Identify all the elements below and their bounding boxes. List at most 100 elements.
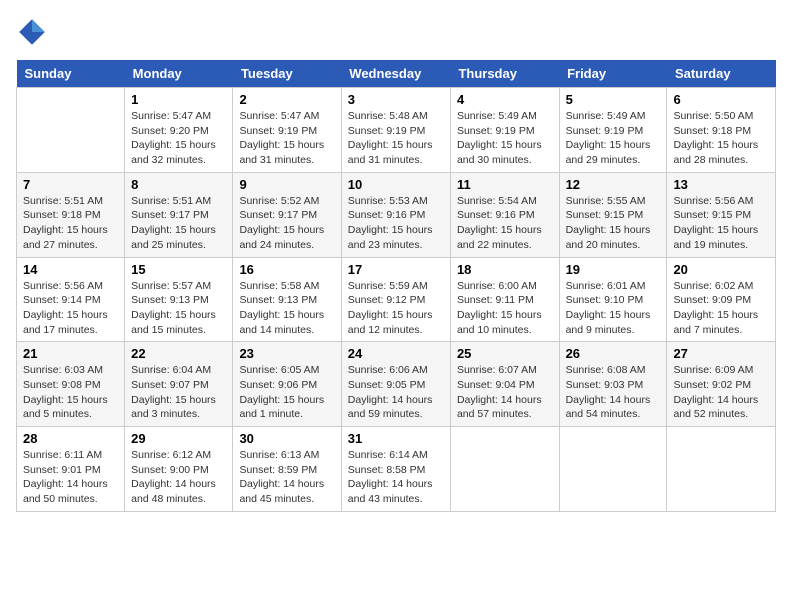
day-info: Sunrise: 5:59 AM Sunset: 9:12 PM Dayligh… xyxy=(348,279,444,338)
calendar-cell: 18 Sunrise: 6:00 AM Sunset: 9:11 PM Dayli… xyxy=(450,257,559,342)
calendar-cell: 5 Sunrise: 5:49 AM Sunset: 9:19 PM Daylig… xyxy=(559,88,667,173)
day-number: 2 xyxy=(239,92,334,107)
calendar-cell: 24 Sunrise: 6:06 AM Sunset: 9:05 PM Dayli… xyxy=(341,342,450,427)
calendar-week-row: 14Sunrise: 5:56 AM Sunset: 9:14 PM Dayli… xyxy=(17,257,776,342)
weekday-header-row: SundayMondayTuesdayWednesdayThursdayFrid… xyxy=(17,60,776,88)
day-info: Sunrise: 6:14 AM Sunset: 8:58 PM Dayligh… xyxy=(348,448,444,507)
calendar-cell: 26 Sunrise: 6:08 AM Sunset: 9:03 PM Dayli… xyxy=(559,342,667,427)
calendar-cell: 22Sunrise: 6:04 AM Sunset: 9:07 PM Dayli… xyxy=(125,342,233,427)
day-number: 12 xyxy=(566,177,661,192)
day-number: 1 xyxy=(131,92,226,107)
day-number: 17 xyxy=(348,262,444,277)
day-number: 19 xyxy=(566,262,661,277)
day-info: Sunrise: 6:12 AM Sunset: 9:00 PM Dayligh… xyxy=(131,448,226,507)
day-number: 8 xyxy=(131,177,226,192)
calendar-cell: 16Sunrise: 5:58 AM Sunset: 9:13 PM Dayli… xyxy=(233,257,341,342)
weekday-header-sunday: Sunday xyxy=(17,60,125,88)
day-info: Sunrise: 5:49 AM Sunset: 9:19 PM Dayligh… xyxy=(457,109,553,168)
day-info: Sunrise: 5:56 AM Sunset: 9:14 PM Dayligh… xyxy=(23,279,118,338)
calendar-cell: 25 Sunrise: 6:07 AM Sunset: 9:04 PM Dayli… xyxy=(450,342,559,427)
day-number: 30 xyxy=(239,431,334,446)
day-info: Sunrise: 5:57 AM Sunset: 9:13 PM Dayligh… xyxy=(131,279,226,338)
calendar-cell: 21 Sunrise: 6:03 AM Sunset: 9:08 PM Dayli… xyxy=(17,342,125,427)
day-number: 28 xyxy=(23,431,118,446)
calendar-cell: 9 Sunrise: 5:52 AM Sunset: 9:17 PM Daylig… xyxy=(233,172,341,257)
calendar-cell: 27 Sunrise: 6:09 AM Sunset: 9:02 PM Dayli… xyxy=(667,342,776,427)
day-info: Sunrise: 5:51 AM Sunset: 9:17 PM Dayligh… xyxy=(131,194,226,253)
day-info: Sunrise: 5:50 AM Sunset: 9:18 PM Dayligh… xyxy=(673,109,769,168)
day-number: 23 xyxy=(239,346,334,361)
day-info: Sunrise: 5:47 AM Sunset: 9:19 PM Dayligh… xyxy=(239,109,334,168)
calendar-cell: 15Sunrise: 5:57 AM Sunset: 9:13 PM Dayli… xyxy=(125,257,233,342)
calendar-cell: 11 Sunrise: 5:54 AM Sunset: 9:16 PM Dayli… xyxy=(450,172,559,257)
day-number: 18 xyxy=(457,262,553,277)
calendar-cell: 31 Sunrise: 6:14 AM Sunset: 8:58 PM Dayli… xyxy=(341,427,450,512)
day-number: 10 xyxy=(348,177,444,192)
day-number: 26 xyxy=(566,346,661,361)
calendar-cell xyxy=(450,427,559,512)
calendar-week-row: 28 Sunrise: 6:11 AM Sunset: 9:01 PM Dayli… xyxy=(17,427,776,512)
day-info: Sunrise: 6:00 AM Sunset: 9:11 PM Dayligh… xyxy=(457,279,553,338)
calendar-cell: 3Sunrise: 5:48 AM Sunset: 9:19 PM Daylig… xyxy=(341,88,450,173)
day-info: Sunrise: 5:53 AM Sunset: 9:16 PM Dayligh… xyxy=(348,194,444,253)
logo-icon xyxy=(16,16,48,48)
day-info: Sunrise: 6:02 AM Sunset: 9:09 PM Dayligh… xyxy=(673,279,769,338)
calendar-week-row: 1Sunrise: 5:47 AM Sunset: 9:20 PM Daylig… xyxy=(17,88,776,173)
day-number: 29 xyxy=(131,431,226,446)
day-number: 7 xyxy=(23,177,118,192)
day-number: 9 xyxy=(239,177,334,192)
day-number: 31 xyxy=(348,431,444,446)
day-number: 25 xyxy=(457,346,553,361)
day-info: Sunrise: 6:03 AM Sunset: 9:08 PM Dayligh… xyxy=(23,363,118,422)
day-number: 22 xyxy=(131,346,226,361)
calendar-cell: 14Sunrise: 5:56 AM Sunset: 9:14 PM Dayli… xyxy=(17,257,125,342)
weekday-header-tuesday: Tuesday xyxy=(233,60,341,88)
calendar-week-row: 7 Sunrise: 5:51 AM Sunset: 9:18 PM Daylig… xyxy=(17,172,776,257)
calendar-cell: 10 Sunrise: 5:53 AM Sunset: 9:16 PM Dayli… xyxy=(341,172,450,257)
day-number: 21 xyxy=(23,346,118,361)
day-info: Sunrise: 6:13 AM Sunset: 8:59 PM Dayligh… xyxy=(239,448,334,507)
weekday-header-friday: Friday xyxy=(559,60,667,88)
calendar-cell xyxy=(17,88,125,173)
day-number: 27 xyxy=(673,346,769,361)
weekday-header-thursday: Thursday xyxy=(450,60,559,88)
day-info: Sunrise: 6:05 AM Sunset: 9:06 PM Dayligh… xyxy=(239,363,334,422)
day-info: Sunrise: 5:49 AM Sunset: 9:19 PM Dayligh… xyxy=(566,109,661,168)
day-info: Sunrise: 5:55 AM Sunset: 9:15 PM Dayligh… xyxy=(566,194,661,253)
day-info: Sunrise: 6:06 AM Sunset: 9:05 PM Dayligh… xyxy=(348,363,444,422)
day-info: Sunrise: 5:51 AM Sunset: 9:18 PM Dayligh… xyxy=(23,194,118,253)
day-info: Sunrise: 5:54 AM Sunset: 9:16 PM Dayligh… xyxy=(457,194,553,253)
day-number: 11 xyxy=(457,177,553,192)
calendar-cell xyxy=(559,427,667,512)
day-number: 6 xyxy=(673,92,769,107)
calendar-cell xyxy=(667,427,776,512)
calendar-cell: 1Sunrise: 5:47 AM Sunset: 9:20 PM Daylig… xyxy=(125,88,233,173)
calendar-cell: 23 Sunrise: 6:05 AM Sunset: 9:06 PM Dayli… xyxy=(233,342,341,427)
day-number: 20 xyxy=(673,262,769,277)
calendar-cell: 13Sunrise: 5:56 AM Sunset: 9:15 PM Dayli… xyxy=(667,172,776,257)
day-info: Sunrise: 6:09 AM Sunset: 9:02 PM Dayligh… xyxy=(673,363,769,422)
calendar-cell: 4Sunrise: 5:49 AM Sunset: 9:19 PM Daylig… xyxy=(450,88,559,173)
day-info: Sunrise: 5:48 AM Sunset: 9:19 PM Dayligh… xyxy=(348,109,444,168)
weekday-header-monday: Monday xyxy=(125,60,233,88)
calendar-cell: 2 Sunrise: 5:47 AM Sunset: 9:19 PM Daylig… xyxy=(233,88,341,173)
weekday-header-saturday: Saturday xyxy=(667,60,776,88)
calendar-cell: 12 Sunrise: 5:55 AM Sunset: 9:15 PM Dayli… xyxy=(559,172,667,257)
day-number: 13 xyxy=(673,177,769,192)
calendar-cell: 8 Sunrise: 5:51 AM Sunset: 9:17 PM Daylig… xyxy=(125,172,233,257)
day-info: Sunrise: 6:11 AM Sunset: 9:01 PM Dayligh… xyxy=(23,448,118,507)
day-info: Sunrise: 5:52 AM Sunset: 9:17 PM Dayligh… xyxy=(239,194,334,253)
day-info: Sunrise: 6:08 AM Sunset: 9:03 PM Dayligh… xyxy=(566,363,661,422)
calendar-cell: 17 Sunrise: 5:59 AM Sunset: 9:12 PM Dayli… xyxy=(341,257,450,342)
day-info: Sunrise: 6:07 AM Sunset: 9:04 PM Dayligh… xyxy=(457,363,553,422)
day-info: Sunrise: 5:58 AM Sunset: 9:13 PM Dayligh… xyxy=(239,279,334,338)
calendar-cell: 30 Sunrise: 6:13 AM Sunset: 8:59 PM Dayli… xyxy=(233,427,341,512)
page-header xyxy=(16,16,776,48)
calendar-cell: 20 Sunrise: 6:02 AM Sunset: 9:09 PM Dayli… xyxy=(667,257,776,342)
day-info: Sunrise: 6:01 AM Sunset: 9:10 PM Dayligh… xyxy=(566,279,661,338)
weekday-header-wednesday: Wednesday xyxy=(341,60,450,88)
day-number: 5 xyxy=(566,92,661,107)
day-number: 24 xyxy=(348,346,444,361)
calendar-week-row: 21 Sunrise: 6:03 AM Sunset: 9:08 PM Dayli… xyxy=(17,342,776,427)
logo xyxy=(16,16,52,48)
